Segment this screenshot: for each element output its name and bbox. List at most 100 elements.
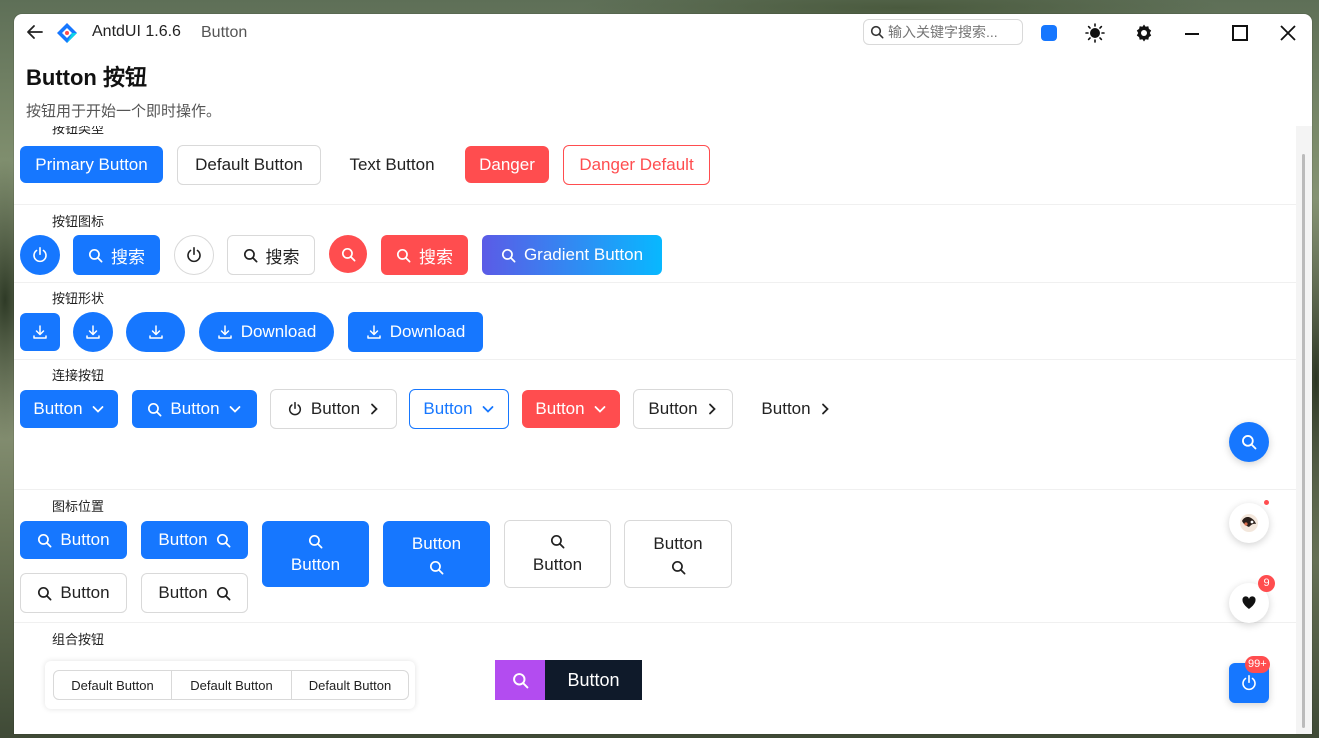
joined-danger-dropdown-button[interactable]: Button xyxy=(522,390,620,428)
icon-bottom-button[interactable]: Button xyxy=(383,521,490,587)
back-arrow-icon[interactable] xyxy=(24,22,46,44)
float-power-button[interactable]: 99+ xyxy=(1229,656,1270,703)
scrollbar-thumb[interactable] xyxy=(1302,154,1305,728)
power-icon xyxy=(1242,675,1256,691)
joined-next-button[interactable]: Button xyxy=(633,389,733,429)
button-label: Button xyxy=(158,583,208,602)
search-icon xyxy=(396,248,411,262)
danger-search-circle-button[interactable] xyxy=(329,235,367,273)
joined-search-dropdown-button[interactable]: Button xyxy=(132,390,257,428)
joined-dropdown-button[interactable]: Button xyxy=(20,390,118,428)
page-name: Button xyxy=(201,24,248,41)
default-button-label: Default Button xyxy=(195,155,303,174)
button-label: Button xyxy=(290,554,341,574)
page-title: Button 按钮 xyxy=(26,65,147,90)
button-label: Button xyxy=(532,554,583,574)
combo-label-part[interactable]: Button xyxy=(545,660,642,700)
title-bar: AntdUI 1.6.6 Button xyxy=(14,14,1312,52)
power-count-badge: 99+ xyxy=(1245,656,1270,673)
icon-left-button[interactable]: Button xyxy=(20,521,127,559)
download-square-button[interactable] xyxy=(20,313,60,351)
button-label: Button xyxy=(170,399,220,418)
vertical-scrollbar[interactable] xyxy=(1296,126,1312,734)
primary-search-button[interactable]: 搜索 xyxy=(73,235,160,275)
group-button-1[interactable]: Default Button xyxy=(54,671,171,699)
section-label-group: 组合按钮 xyxy=(52,632,105,647)
minimize-icon[interactable] xyxy=(1181,22,1203,44)
search-button-label: 搜索 xyxy=(419,247,453,267)
download-button-label: Download xyxy=(240,322,317,341)
button-label: Button xyxy=(33,399,83,418)
primary-button[interactable]: Primary Button xyxy=(20,146,163,183)
content-area: 按钮类型 Primary Button Default Button Text … xyxy=(14,126,1296,734)
icon-top-button[interactable]: Button xyxy=(262,521,369,587)
theme-color-swatch[interactable] xyxy=(1041,25,1057,41)
chevron-right-icon xyxy=(821,403,829,415)
search-icon xyxy=(216,533,231,547)
section-label-types: 按钮类型 xyxy=(52,126,105,136)
chevron-right-icon xyxy=(708,403,716,415)
default-icon-top-button[interactable]: Button xyxy=(504,520,611,588)
gear-icon[interactable] xyxy=(1133,22,1155,44)
download-icon xyxy=(86,325,100,339)
danger-search-button[interactable]: 搜索 xyxy=(381,235,468,275)
text-button[interactable]: Text Button xyxy=(334,146,450,183)
maximize-icon[interactable] xyxy=(1229,22,1251,44)
icon-right-button[interactable]: Button xyxy=(141,521,248,559)
search-box[interactable] xyxy=(863,19,1023,45)
float-search-button[interactable] xyxy=(1229,422,1269,462)
power-icon xyxy=(288,401,301,416)
default-button[interactable]: Default Button xyxy=(177,145,321,185)
download-round-button[interactable] xyxy=(126,312,185,352)
section-label-icon-position: 图标位置 xyxy=(52,499,105,514)
gradient-button[interactable]: Gradient Button xyxy=(482,235,662,275)
group-button-3[interactable]: Default Button xyxy=(291,671,408,699)
section-divider xyxy=(14,204,1296,205)
search-button-label: 搜索 xyxy=(265,247,300,267)
default-search-button[interactable]: 搜索 xyxy=(227,235,315,275)
default-power-circle-button[interactable] xyxy=(174,235,214,275)
default-icon-bottom-button[interactable]: Button xyxy=(624,520,732,588)
joined-outline-dropdown-button[interactable]: Button xyxy=(409,389,509,429)
search-icon xyxy=(671,560,685,574)
sun-theme-icon[interactable] xyxy=(1084,22,1106,44)
section-label-icons: 按钮图标 xyxy=(52,214,105,229)
joined-text-next-button[interactable]: Button xyxy=(746,390,846,428)
download-round-label-button[interactable]: Download xyxy=(199,312,334,352)
chevron-right-icon xyxy=(371,403,378,415)
danger-default-button[interactable]: Danger Default xyxy=(563,145,710,185)
default-icon-left-button[interactable]: Button xyxy=(20,573,127,613)
primary-button-label: Primary Button xyxy=(35,154,148,174)
button-label: Button xyxy=(653,533,703,553)
button-label: Button xyxy=(60,530,110,549)
download-icon xyxy=(33,325,47,339)
section-divider xyxy=(14,622,1296,623)
default-icon-right-button[interactable]: Button xyxy=(141,573,248,613)
button-label: Button xyxy=(761,399,811,418)
download-circle-button[interactable] xyxy=(73,312,113,352)
danger-default-button-label: Danger Default xyxy=(579,155,694,174)
download-icon xyxy=(366,325,381,339)
group-button-2[interactable]: Default Button xyxy=(171,671,291,699)
combo-icon-part[interactable] xyxy=(495,660,545,700)
section-label-shapes: 按钮形状 xyxy=(52,291,105,306)
avatar-icon xyxy=(1240,514,1258,532)
search-icon xyxy=(429,560,444,574)
search-icon xyxy=(38,586,52,600)
joined-power-next-button[interactable]: Button xyxy=(270,389,397,429)
search-input[interactable] xyxy=(888,24,1016,40)
download-label-button[interactable]: Download xyxy=(348,312,483,352)
close-icon[interactable] xyxy=(1277,22,1299,44)
search-icon xyxy=(216,586,231,600)
download-button-label: Download xyxy=(389,322,466,341)
danger-button[interactable]: Danger xyxy=(465,146,549,183)
float-heart-button[interactable]: 9 xyxy=(1229,575,1275,623)
combo-button[interactable]: Button xyxy=(495,660,642,700)
download-icon xyxy=(148,325,163,339)
float-avatar-button[interactable] xyxy=(1229,500,1269,543)
power-circle-button[interactable] xyxy=(20,235,60,275)
button-label: Button xyxy=(411,533,462,553)
section-label-joined: 连接按钮 xyxy=(52,368,105,383)
power-icon xyxy=(33,247,47,263)
page-header: Button 按钮 按钮用于开始一个即时操作。 xyxy=(26,60,221,121)
